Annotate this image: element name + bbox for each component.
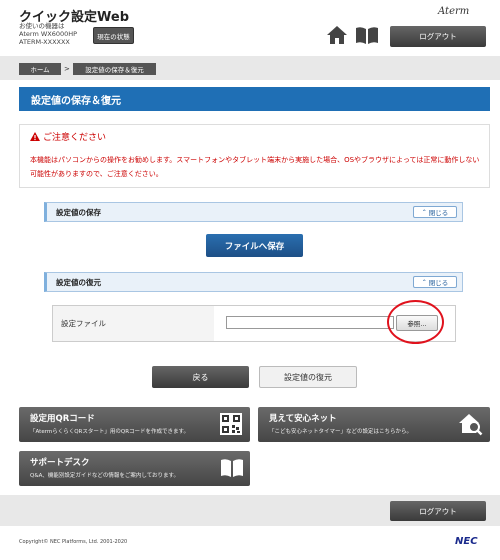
page-title: 設定値の保存＆復元 bbox=[19, 87, 490, 111]
highlight-annotation bbox=[387, 300, 444, 344]
collapse-label: 閉じる bbox=[428, 279, 449, 287]
breadcrumb-home[interactable]: ホーム bbox=[19, 63, 61, 75]
file-path-input[interactable] bbox=[226, 316, 394, 329]
qr-code-icon bbox=[220, 413, 242, 435]
book-icon[interactable] bbox=[355, 26, 379, 45]
caution-heading-text: ご注意ください bbox=[43, 133, 107, 143]
safety-card-title: 見えて安心ネット bbox=[269, 414, 337, 424]
caution-text: 本機能はパソコンからの操作をお勧めします。スマートフォンやタブレット端末から実施… bbox=[30, 156, 480, 178]
restore-section-header: 設定値の復元 bbox=[44, 272, 463, 292]
qr-code-card[interactable]: 設定用QRコード 「AtermらくらくQRスタート」用のQRコードを作成できます… bbox=[19, 407, 250, 442]
logout-button-bottom[interactable]: ログアウト bbox=[390, 501, 486, 521]
support-card-desc: Q&A、機能別設定ガイドなどの情報をご案内しております。 bbox=[30, 473, 180, 479]
warning-icon bbox=[30, 132, 40, 141]
chevron-up-icon: ⌃ bbox=[421, 208, 427, 216]
home-search-icon bbox=[459, 414, 483, 436]
breadcrumb-separator: > bbox=[64, 65, 70, 73]
nec-logo: NEC bbox=[455, 536, 478, 547]
save-section-title: 設定値の保存 bbox=[56, 207, 101, 217]
breadcrumb-current: 設定値の保存＆復元 bbox=[73, 63, 156, 75]
save-to-file-button[interactable]: ファイルへ保存 bbox=[206, 234, 303, 257]
restore-settings-button[interactable]: 設定値の復元 bbox=[259, 366, 357, 388]
qr-card-desc: 「AtermらくらくQRスタート」用のQRコードを作成できます。 bbox=[30, 429, 189, 435]
book-icon bbox=[221, 459, 243, 477]
restore-section-title: 設定値の復元 bbox=[56, 277, 101, 287]
chevron-up-icon: ⌃ bbox=[421, 278, 427, 286]
save-section-collapse-button[interactable]: ⌃ 閉じる bbox=[413, 206, 457, 218]
current-status-button[interactable]: 現在の状態 bbox=[93, 27, 134, 44]
save-section-header: 設定値の保存 bbox=[44, 202, 463, 222]
home-icon[interactable] bbox=[326, 25, 348, 45]
device-id: ATERM-XXXXXX bbox=[19, 38, 70, 46]
support-desk-card[interactable]: サポートデスク Q&A、機能別設定ガイドなどの情報をご案内しております。 bbox=[19, 451, 250, 486]
caution-heading: ご注意ください bbox=[30, 130, 106, 143]
copyright: Copyright© NEC Platforms, Ltd. 2001-2020 bbox=[19, 539, 128, 545]
collapse-label: 閉じる bbox=[428, 209, 449, 217]
safety-card-desc: 「こども安心ネットタイマー」などの設定はこちらから。 bbox=[269, 429, 413, 435]
logout-button-top[interactable]: ログアウト bbox=[390, 26, 486, 47]
device-label: お使いの機器は bbox=[19, 22, 65, 30]
back-button[interactable]: 戻る bbox=[152, 366, 249, 388]
restore-section-collapse-button[interactable]: ⌃ 閉じる bbox=[413, 276, 457, 288]
safety-net-card[interactable]: 見えて安心ネット 「こども安心ネットタイマー」などの設定はこちらから。 bbox=[258, 407, 490, 442]
support-card-title: サポートデスク bbox=[30, 458, 90, 468]
qr-card-title: 設定用QRコード bbox=[30, 414, 95, 424]
device-model: Aterm WX6000HP bbox=[19, 30, 78, 38]
file-label: 設定ファイル bbox=[53, 306, 214, 341]
brand-logo: Aterm bbox=[438, 6, 470, 17]
